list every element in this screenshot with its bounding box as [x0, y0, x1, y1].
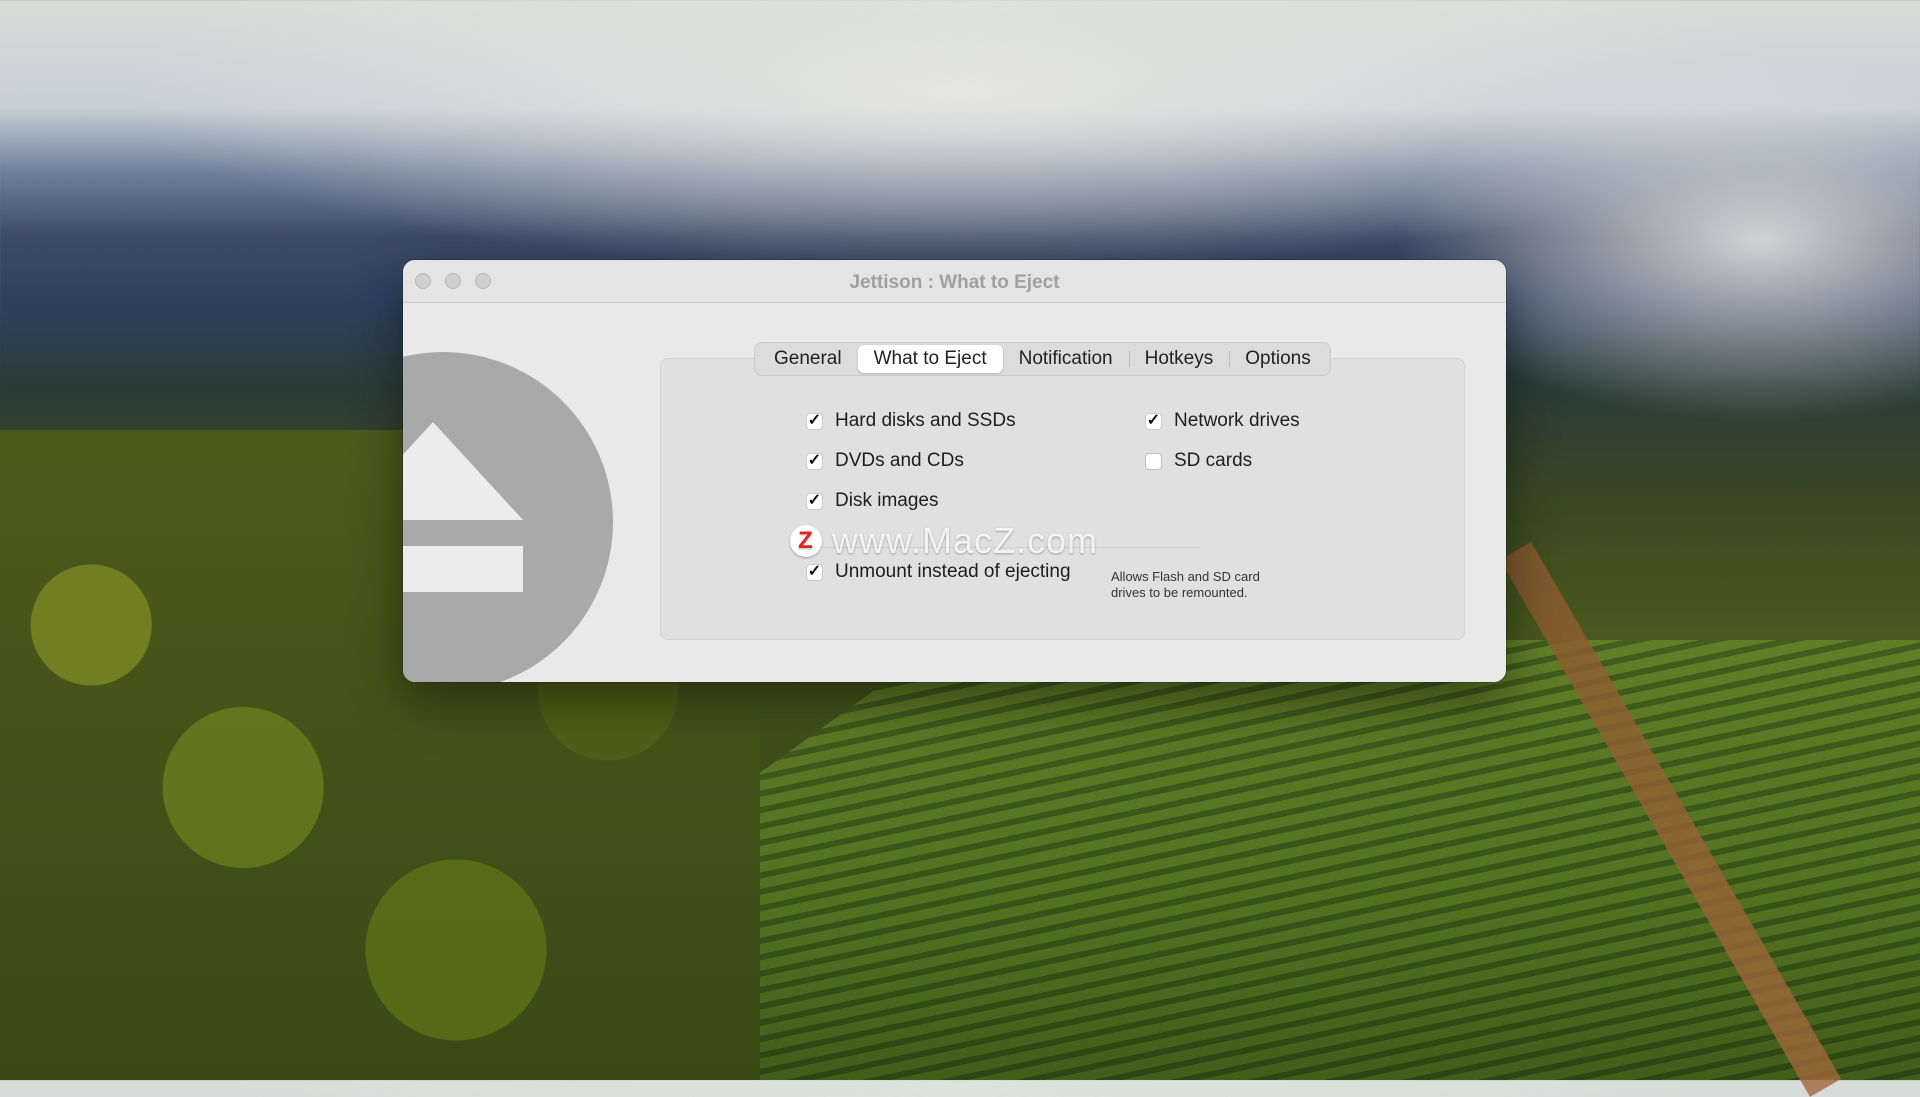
- desktop-wallpaper-field: [700, 640, 1920, 1080]
- option-network-drives[interactable]: ✓ Network drives: [1145, 410, 1300, 432]
- unmount-hint: Allows Flash and SD card drives to be re…: [1111, 569, 1260, 600]
- tab-hotkeys[interactable]: Hotkeys: [1128, 345, 1230, 373]
- jettison-preferences-window: Jettison : What to Eject ✓ Hard disks an…: [403, 260, 1506, 682]
- what-to-eject-panel: ✓ Hard disks and SSDs ✓ Network drives ✓…: [660, 358, 1465, 640]
- network-drives-checkbox[interactable]: ✓: [1145, 412, 1162, 430]
- sd-cards-label: SD cards: [1174, 450, 1253, 471]
- eject-icon: [403, 352, 613, 682]
- watermark-text: www.MacZ.com: [832, 520, 1099, 561]
- hard-disks-checkbox[interactable]: ✓: [806, 412, 823, 430]
- network-drives-label: Network drives: [1174, 410, 1300, 431]
- watermark: Z www.MacZ.com: [790, 520, 1098, 562]
- option-hard-disks[interactable]: ✓ Hard disks and SSDs: [806, 410, 1016, 432]
- watermark-logo-icon: Z: [790, 525, 822, 557]
- unmount-checkbox[interactable]: ✓: [806, 563, 823, 581]
- window-title: Jettison : What to Eject: [849, 272, 1060, 293]
- tab-notification[interactable]: Notification: [1003, 345, 1129, 373]
- disk-images-label: Disk images: [835, 490, 939, 511]
- sd-cards-checkbox[interactable]: [1145, 452, 1162, 470]
- tab-general[interactable]: General: [758, 345, 858, 373]
- unmount-label: Unmount instead of ejecting: [835, 561, 1071, 582]
- option-dvds[interactable]: ✓ DVDs and CDs: [806, 450, 964, 472]
- option-sd-cards[interactable]: SD cards: [1145, 450, 1252, 472]
- tab-options[interactable]: Options: [1229, 345, 1326, 373]
- dvds-checkbox[interactable]: ✓: [806, 452, 823, 470]
- hard-disks-label: Hard disks and SSDs: [835, 410, 1016, 431]
- option-unmount[interactable]: ✓ Unmount instead of ejecting: [806, 561, 1071, 583]
- tab-what-to-eject[interactable]: What to Eject: [857, 345, 1003, 373]
- dvds-label: DVDs and CDs: [835, 450, 964, 471]
- disk-images-checkbox[interactable]: ✓: [806, 492, 823, 510]
- option-disk-images[interactable]: ✓ Disk images: [806, 490, 938, 512]
- preferences-tab-bar: General What to Eject Notification Hotke…: [754, 342, 1331, 376]
- window-titlebar[interactable]: Jettison : What to Eject: [403, 260, 1506, 303]
